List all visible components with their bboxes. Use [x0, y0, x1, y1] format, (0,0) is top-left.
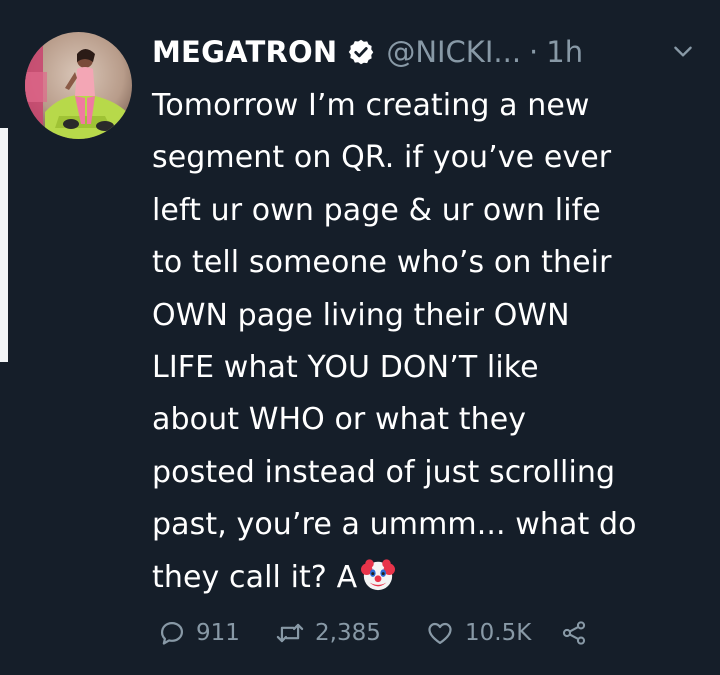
like-count: 10.5K	[465, 620, 532, 646]
tweet-line: posted instead of just scrolling	[152, 454, 616, 490]
reply-button[interactable]: 911	[158, 619, 275, 647]
share-button[interactable]	[560, 619, 588, 647]
tweet-line: to tell someone who’s on their	[152, 245, 612, 281]
tweet-line: OWN page living their OWN	[152, 297, 570, 333]
chevron-down-icon[interactable]	[670, 38, 696, 64]
verified-badge-icon	[349, 39, 374, 65]
retweet-button[interactable]: 2,385	[275, 619, 425, 647]
tweet-actions: 911 2,385 10.5K	[158, 614, 588, 652]
tweet-line: left ur own page & ur own life	[152, 192, 601, 228]
tweet-text: Tomorrow I’m creating a new segment on Q…	[152, 80, 712, 604]
share-icon	[562, 621, 586, 645]
retweet-count: 2,385	[315, 620, 381, 646]
like-button[interactable]: 10.5K	[425, 619, 560, 647]
display-name[interactable]: MEGATRON	[152, 35, 337, 69]
scroll-indicator[interactable]	[0, 128, 8, 362]
tweet-header: MEGATRON @NICKI... · 1h	[152, 27, 583, 77]
like-icon	[428, 622, 452, 645]
user-handle[interactable]: @NICKI...	[386, 35, 521, 69]
tweet-line: past, you’re a ummm... what do	[152, 507, 637, 543]
tweet-timestamp[interactable]: 1h	[546, 35, 583, 69]
tweet-line: about WHO or what they	[152, 402, 527, 438]
tweet-line: segment on QR. if you’ve ever	[152, 140, 612, 176]
reply-count: 911	[196, 620, 240, 646]
tweet-line: they call it? A	[152, 559, 358, 595]
retweet-icon	[276, 623, 304, 643]
tweet-line: LIFE what YOU DON’T like	[152, 350, 539, 386]
reply-icon	[160, 621, 184, 645]
avatar[interactable]	[25, 32, 132, 139]
separator-dot: ·	[529, 35, 539, 69]
clown-face-icon	[361, 559, 396, 590]
tweet-line: Tomorrow I’m creating a new	[152, 88, 590, 123]
